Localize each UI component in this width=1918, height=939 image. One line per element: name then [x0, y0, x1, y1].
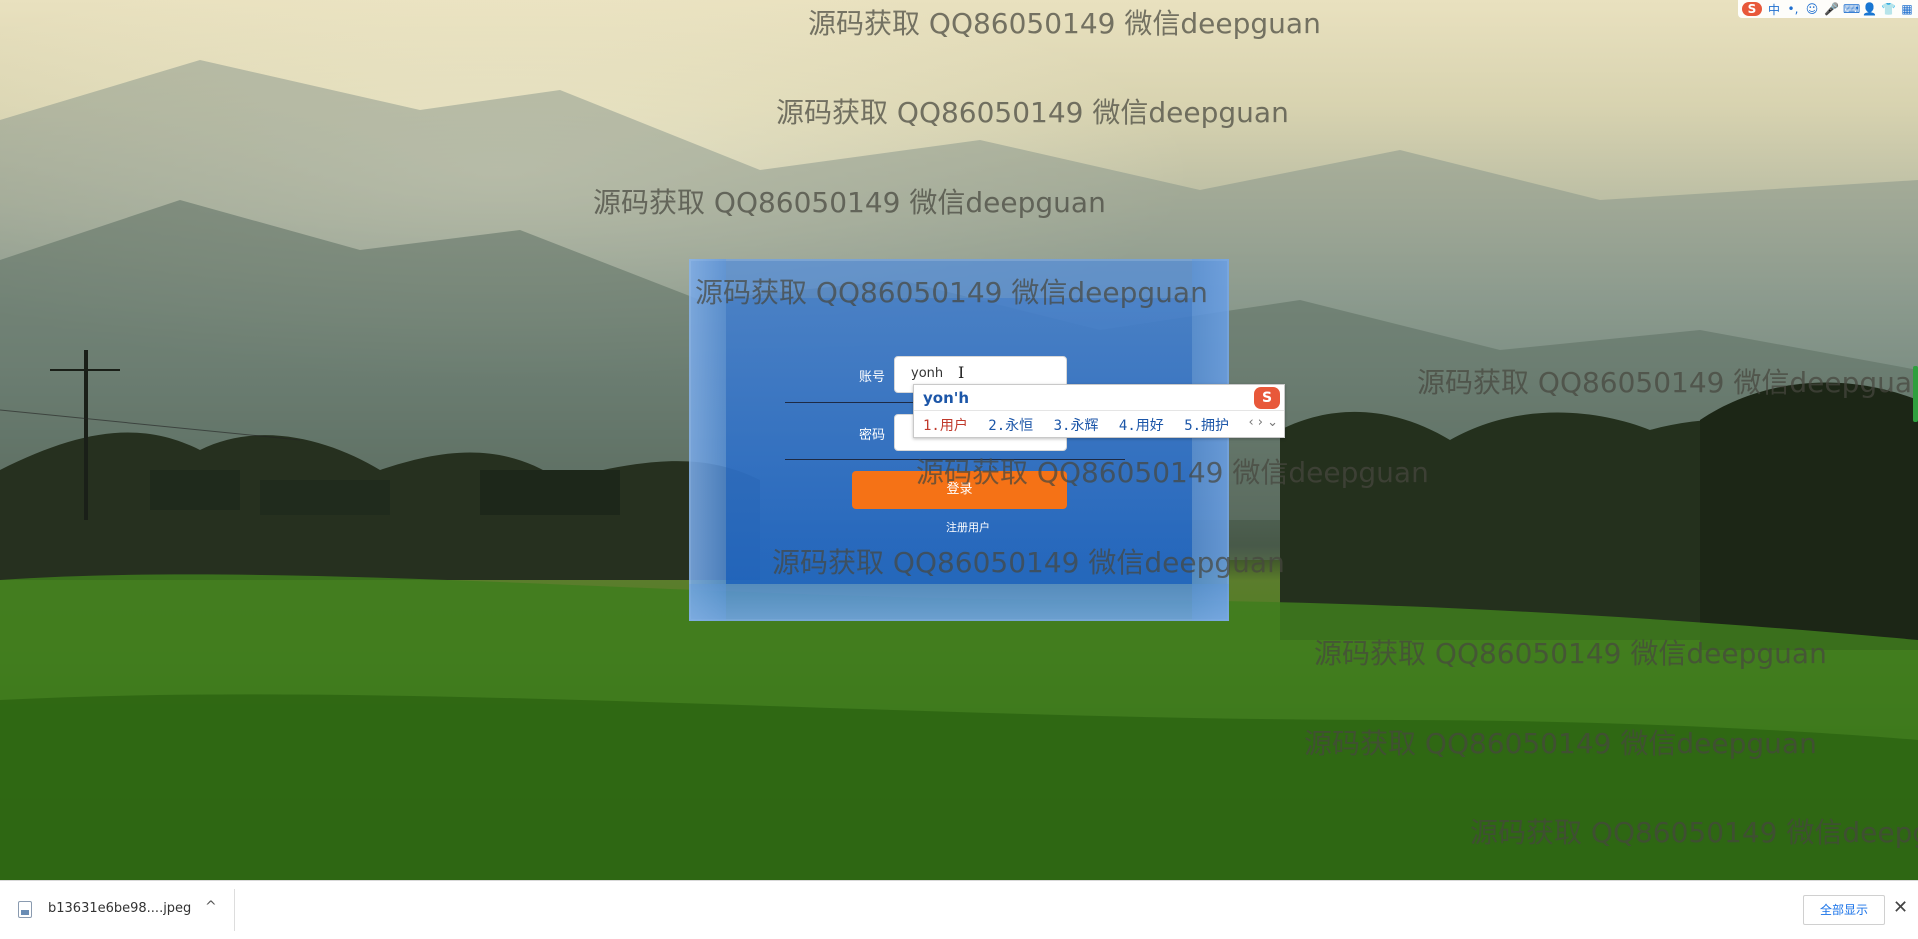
divider — [234, 889, 235, 931]
image-file-icon — [18, 901, 32, 918]
ime-page-nav[interactable]: ‹ › ⌄ — [1248, 415, 1278, 430]
panel-bevel — [689, 584, 1229, 621]
sogou-logo-icon: S — [1254, 387, 1280, 409]
toolbox-icon[interactable]: ▦ — [1900, 2, 1914, 16]
scrollbar-thumb[interactable] — [1913, 366, 1918, 422]
password-label: 密码 — [858, 428, 885, 443]
watermark: 源码获取 QQ86050149 微信deepguan — [808, 7, 1321, 40]
keyboard-icon[interactable]: ⌨ — [1843, 2, 1860, 16]
watermark: 源码获取 QQ86050149 微信deepguan — [1304, 727, 1817, 760]
panel-bevel — [689, 259, 726, 621]
ime-divider — [914, 410, 1284, 411]
watermark: 源码获取 QQ86050149 微信deepguan — [1470, 816, 1918, 849]
show-all-button[interactable]: 全部显示 — [1803, 895, 1885, 925]
user-icon[interactable]: 👤 — [1862, 2, 1877, 16]
text-cursor-icon: Ι — [958, 363, 965, 382]
ime-candidate[interactable]: 4.用好 — [1119, 418, 1164, 434]
close-icon[interactable]: ✕ — [1893, 897, 1908, 918]
punctuation-icon[interactable]: •, — [1786, 2, 1800, 16]
watermark: 源码获取 QQ86050149 微信deepguan — [916, 456, 1429, 489]
watermark: 源码获取 QQ86050149 微信deepguan — [772, 546, 1285, 579]
ime-candidate[interactable]: 1.用户 — [923, 418, 968, 434]
ime-candidate[interactable]: 2.永恒 — [988, 418, 1033, 434]
emoji-icon[interactable]: ☺ — [1805, 2, 1819, 16]
watermark: 源码获取 QQ86050149 微信deepguan — [776, 96, 1289, 129]
skin-icon[interactable]: 👕 — [1881, 2, 1896, 16]
download-file-name[interactable]: b13631e6be98....jpeg — [48, 901, 191, 916]
account-label: 账号 — [858, 370, 885, 385]
watermark: 源码获取 QQ86050149 微信deepguan — [1314, 637, 1827, 670]
ime-candidate[interactable]: 5.拥护 — [1184, 418, 1229, 434]
sogou-logo-icon[interactable]: S — [1742, 2, 1762, 16]
chevron-up-icon[interactable]: ^ — [205, 899, 217, 915]
register-link[interactable]: 注册用户 — [946, 519, 990, 535]
watermark: 源码获取 QQ86050149 微信deepguan — [1417, 366, 1914, 399]
ime-candidate-window: yon'h S 1.用户 2.永恒 3.永辉 4.用好 5.拥护 ‹ › ⌄ — [913, 384, 1285, 438]
ime-toolbar: S 中 •, ☺ 🎤 ⌨ 👤 👕 ▦ — [1738, 0, 1918, 18]
microphone-icon[interactable]: 🎤 — [1824, 2, 1839, 16]
ime-composition: yon'h — [923, 389, 970, 407]
ime-candidate-list: 1.用户 2.永恒 3.永辉 4.用好 5.拥护 — [923, 415, 1241, 435]
watermark: 源码获取 QQ86050149 微信deepguan — [695, 276, 1208, 309]
watermark: 源码获取 QQ86050149 微信deepguan — [593, 186, 1106, 219]
download-bar: b13631e6be98....jpeg ^ 全部显示 ✕ — [0, 880, 1918, 939]
ime-candidate[interactable]: 3.永辉 — [1054, 418, 1099, 434]
chinese-mode-icon[interactable]: 中 — [1767, 1, 1781, 18]
